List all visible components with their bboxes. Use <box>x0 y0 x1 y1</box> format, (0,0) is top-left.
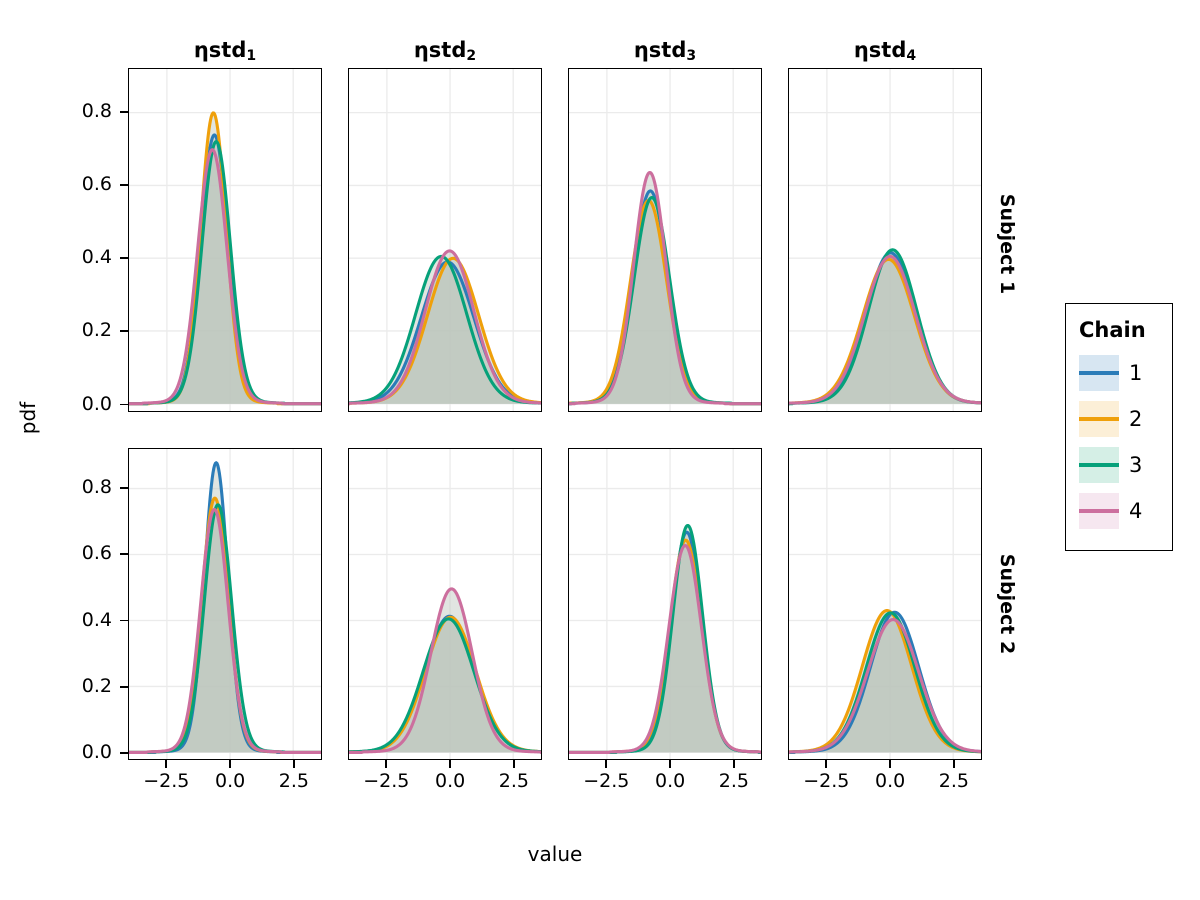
legend-label-4[interactable]: 4 <box>1129 501 1142 522</box>
legend-label-3[interactable]: 3 <box>1129 455 1142 476</box>
facet-col-label-3: ηstd3 <box>568 38 762 64</box>
x-tick-label: 2.5 <box>498 770 530 792</box>
x-tick-mark <box>385 760 388 768</box>
x-tick-mark <box>449 760 451 768</box>
y-axis-title: pdf <box>16 401 40 435</box>
panel-subject2-etastd4 <box>788 448 982 760</box>
y-tick-label: 0.2 <box>81 319 112 342</box>
x-tick-label: 0.0 <box>214 770 246 792</box>
x-tick-mark <box>229 760 231 768</box>
facet-row-label-subject-2: Subject 2 <box>996 553 1018 655</box>
legend-label-2[interactable]: 2 <box>1129 409 1142 430</box>
y-tick-label: 0.4 <box>81 246 112 269</box>
facet-col-label-3-subscript: 3 <box>686 48 697 65</box>
panel-subject1-etastd2 <box>348 68 542 412</box>
legend-key-1-line <box>1079 371 1119 375</box>
legend-label-1[interactable]: 1 <box>1129 363 1142 384</box>
y-tick-label: 0.0 <box>81 741 112 764</box>
y-tick-mark <box>120 257 128 260</box>
y-tick-label: 0.6 <box>81 542 112 565</box>
x-tick-label: 2.5 <box>938 770 970 792</box>
x-tick-label: 0.0 <box>434 770 466 792</box>
y-tick-label: 0.6 <box>81 173 112 196</box>
x-tick-mark <box>889 760 891 768</box>
x-axis-title: value <box>527 842 583 866</box>
panel-subject2-etastd3 <box>568 448 762 760</box>
legend-key-3[interactable] <box>1079 447 1119 483</box>
x-tick-label: −2.5 <box>803 770 850 792</box>
y-tick-label: 0.8 <box>81 475 112 498</box>
legend-key-3-line <box>1079 463 1119 467</box>
y-tick-label: 0.8 <box>81 99 112 122</box>
x-tick-label: 2.5 <box>718 770 750 792</box>
facet-row-label-subject-1: Subject 1 <box>996 193 1018 295</box>
x-tick-mark <box>165 760 168 768</box>
x-tick-label: 2.5 <box>278 770 310 792</box>
y-tick-mark <box>120 184 128 186</box>
facet-col-label-4-subscript: 4 <box>906 48 917 65</box>
panel-subject2-etastd1 <box>128 448 322 760</box>
x-tick-mark <box>605 760 608 768</box>
y-tick-label: 0.0 <box>81 392 112 415</box>
y-tick-mark <box>120 619 128 622</box>
legend-key-4-line <box>1079 509 1119 513</box>
y-tick-label: 0.2 <box>81 674 112 697</box>
facet-col-label-4-text: ηstd <box>853 38 907 62</box>
chart-root: ηstd1 ηstd2 ηstd3 ηstd4 Subject 1 Subjec… <box>0 0 1200 900</box>
panel-subject1-etastd3 <box>568 68 762 412</box>
x-tick-label: 0.0 <box>874 770 906 792</box>
legend-key-2-line <box>1079 417 1119 421</box>
facet-col-label-1-subscript: 1 <box>246 48 257 65</box>
x-tick-mark <box>825 760 828 768</box>
x-tick-label: −2.5 <box>143 770 190 792</box>
facet-col-label-2-subscript: 2 <box>466 48 477 65</box>
legend-key-2[interactable] <box>1079 401 1119 437</box>
panel-subject2-etastd2 <box>348 448 542 760</box>
y-tick-mark <box>120 685 128 688</box>
facet-col-label-2: ηstd2 <box>348 38 542 64</box>
x-tick-label: −2.5 <box>583 770 630 792</box>
y-tick-label: 0.4 <box>81 608 112 631</box>
x-tick-mark <box>952 760 955 768</box>
x-tick-label: 0.0 <box>654 770 686 792</box>
legend-key-4[interactable] <box>1079 493 1119 529</box>
legend-title: Chain <box>1079 318 1146 342</box>
y-tick-mark <box>120 486 128 489</box>
y-tick-mark <box>120 330 128 333</box>
y-tick-mark <box>120 403 128 406</box>
legend-key-1[interactable] <box>1079 355 1119 391</box>
x-tick-label: −2.5 <box>363 770 410 792</box>
x-tick-mark <box>732 760 735 768</box>
x-tick-mark <box>512 760 515 768</box>
y-tick-mark <box>120 110 128 113</box>
facet-col-label-1: ηstd1 <box>128 38 322 64</box>
x-tick-mark <box>669 760 671 768</box>
facet-col-label-1-text: ηstd <box>193 38 247 62</box>
panel-subject1-etastd4 <box>788 68 982 412</box>
facet-col-label-4: ηstd4 <box>788 38 982 64</box>
y-tick-mark <box>120 752 128 755</box>
x-tick-mark <box>292 760 295 768</box>
facet-col-label-3-text: ηstd <box>633 38 687 62</box>
facet-col-label-2-text: ηstd <box>413 38 467 62</box>
panel-subject1-etastd1 <box>128 68 322 412</box>
y-tick-mark <box>120 553 128 555</box>
